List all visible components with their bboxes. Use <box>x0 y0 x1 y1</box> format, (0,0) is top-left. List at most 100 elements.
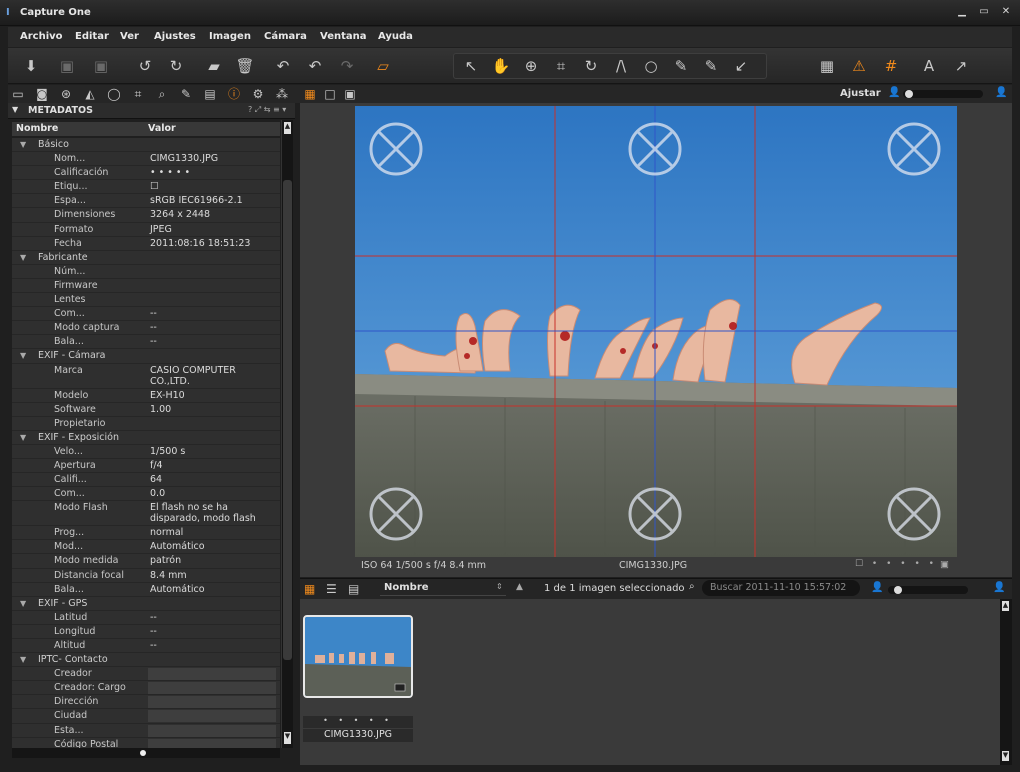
filmstrip-view-icon[interactable]: ▤ <box>348 582 359 596</box>
trash-icon[interactable]: 🗑 <box>234 55 256 77</box>
metadata-row[interactable]: Marca CASIO COMPUTER CO.,LTD. <box>12 363 280 389</box>
group-toggle-icon[interactable]: ▼ <box>20 597 26 610</box>
sort-dropdown[interactable]: Nombre ⇕ <box>380 582 506 596</box>
maximize-button[interactable]: ▭ <box>977 6 991 20</box>
metadata-row[interactable]: Código Postal <box>12 737 280 748</box>
search-input[interactable]: Buscar 2011-11-10 15:57:02 <box>702 580 860 596</box>
settings-tab-icon[interactable]: ⚙ <box>250 86 266 102</box>
fit-label[interactable]: Ajustar <box>840 88 881 99</box>
grid-thumbs-icon[interactable]: ▦ <box>304 582 315 596</box>
menu-editar[interactable]: Editar <box>75 31 109 42</box>
metadata-group[interactable]: ▼ Fabricante <box>12 250 280 265</box>
hscroll-thumb[interactable] <box>140 750 146 756</box>
rotate-right-icon[interactable]: ↻ <box>165 55 187 77</box>
metadata-row[interactable]: Núm... <box>12 264 280 279</box>
annotate-pen-icon[interactable]: ↙ <box>730 55 752 77</box>
metadata-value[interactable] <box>148 738 276 748</box>
thumbnail[interactable] <box>303 615 413 698</box>
metadata-row[interactable]: Software 1.00 <box>12 402 280 417</box>
text-icon[interactable]: A <box>918 55 940 77</box>
metadata-row[interactable]: Modo captura -- <box>12 321 280 336</box>
metadata-value[interactable] <box>148 710 276 723</box>
menu-ayuda[interactable]: Ayuda <box>378 31 413 42</box>
metadata-row[interactable]: Propietario <box>12 416 280 431</box>
thumb-size-slider[interactable] <box>888 586 968 594</box>
process-icon[interactable]: ▰ <box>203 55 225 77</box>
color-picker-icon[interactable]: ✎ <box>670 55 692 77</box>
metadata-row[interactable]: Modo Flash El flash no se ha disparado, mo… <box>12 501 280 527</box>
user-icon[interactable]: 👤 <box>995 87 1007 98</box>
menu-ver[interactable]: Ver <box>120 31 139 42</box>
metadata-row[interactable]: Altitud -- <box>12 639 280 654</box>
search-icon[interactable]: ⌕ <box>689 581 695 592</box>
group-toggle-icon[interactable]: ▼ <box>20 251 26 264</box>
metadata-row[interactable]: Latitud -- <box>12 610 280 625</box>
library-tab-icon[interactable]: ▭ <box>10 86 26 102</box>
metadata-row[interactable]: Ciudad <box>12 709 280 724</box>
thumb-size-knob[interactable] <box>894 586 902 594</box>
warning-icon[interactable]: ⚠ <box>848 55 870 77</box>
metadata-group[interactable]: ▼ EXIF - GPS <box>12 596 280 611</box>
metadata-value[interactable] <box>148 682 276 695</box>
rotate-left-icon[interactable]: ↺ <box>134 55 156 77</box>
redo-icon[interactable]: ↷ <box>336 55 358 77</box>
metadata-group[interactable]: ▼ Básico <box>12 138 280 153</box>
metadata-row[interactable]: Velo... 1/500 s <box>12 444 280 459</box>
batch-tab-icon[interactable]: ⁂ <box>274 86 290 102</box>
collapse-triangle-icon[interactable]: ▼ <box>12 105 18 114</box>
straighten-icon[interactable]: ↻ <box>580 55 602 77</box>
compare-icon[interactable]: ▣ <box>90 55 112 77</box>
metadata-row[interactable]: Mod... Automático <box>12 540 280 555</box>
select-cursor-icon[interactable]: ↖ <box>460 55 482 77</box>
viewer-expand-icon[interactable]: ▣ <box>940 559 949 570</box>
browser-user-icon[interactable]: 👤 <box>993 582 1005 593</box>
metadata-hscroll[interactable] <box>12 748 280 758</box>
exposure-tab-icon[interactable]: ◭ <box>82 86 98 102</box>
grid-view-icon[interactable]: ▦ <box>816 55 838 77</box>
metadata-value[interactable] <box>148 724 276 737</box>
group-toggle-icon[interactable]: ▼ <box>20 138 26 151</box>
metadata-group[interactable]: ▼ IPTC- Contacto <box>12 653 280 668</box>
menu-ventana[interactable]: Ventana <box>320 31 367 42</box>
full-view-icon[interactable]: ▣ <box>342 86 358 102</box>
import-icon[interactable]: ⬇ <box>20 55 42 77</box>
zoom-slider[interactable] <box>903 90 983 98</box>
metadata-row[interactable]: Creador <box>12 667 280 682</box>
undo-all-icon[interactable]: ↶ <box>272 55 294 77</box>
lens-tab-icon[interactable]: ◯ <box>106 86 122 102</box>
browser-scroll-down-icon[interactable]: ▼ <box>1002 751 1009 761</box>
metadata-row[interactable]: Bala... Automático <box>12 582 280 597</box>
sort-direction-icon[interactable]: ▲ <box>516 582 523 592</box>
keystone-icon[interactable]: /\ <box>610 55 632 77</box>
capture-tab-icon[interactable]: ◙ <box>34 86 50 102</box>
col-value-header[interactable]: Valor <box>148 123 176 134</box>
metadata-scrollbar[interactable]: ▲ ▼ <box>281 120 293 748</box>
metadata-row[interactable]: Com... -- <box>12 307 280 322</box>
metadata-row[interactable]: Firmware <box>12 278 280 294</box>
metadata-row[interactable]: Nom... CIMG1330.JPG <box>12 152 280 167</box>
single-view-icon[interactable]: □ <box>322 86 338 102</box>
metadata-value[interactable] <box>148 668 276 681</box>
metadata-row[interactable]: Longitud -- <box>12 624 280 639</box>
thumbnail-rating[interactable]: • • • • • <box>303 716 413 728</box>
metadata-row[interactable]: Distancia focal 8.4 mm <box>12 568 280 583</box>
metadata-row[interactable]: Dirección <box>12 695 280 710</box>
grid-layout-icon[interactable]: ▦ <box>302 86 318 102</box>
undo-icon[interactable]: ↶ <box>304 55 326 77</box>
zoom-slider-knob[interactable] <box>905 90 913 98</box>
zoom-icon[interactable]: ⊕ <box>520 55 542 77</box>
scroll-thumb[interactable] <box>283 180 292 660</box>
pan-hand-icon[interactable]: ✋ <box>490 55 512 77</box>
metadata-row[interactable]: Dimensiones 3264 x 2448 <box>12 208 280 223</box>
metadata-row[interactable]: Calificación • • • • • <box>12 166 280 181</box>
white-balance-picker-icon[interactable]: ✎ <box>700 55 722 77</box>
metadata-row[interactable]: Espa... sRGB IEC61966-2.1 <box>12 194 280 209</box>
details-tab-icon[interactable]: ⌕ <box>154 86 170 102</box>
menu-imagen[interactable]: Imagen <box>209 31 251 42</box>
metadata-row[interactable]: Etiqu... ☐ <box>12 180 280 195</box>
browser-scrollbar[interactable]: ▲ ▼ <box>1000 599 1012 765</box>
viewer-rating[interactable]: ☐ • • • • • <box>855 559 937 569</box>
capture-icon[interactable]: ▣ <box>56 55 78 77</box>
crop-icon[interactable]: ⌗ <box>550 55 572 77</box>
menu-archivo[interactable]: Archivo <box>20 31 63 42</box>
